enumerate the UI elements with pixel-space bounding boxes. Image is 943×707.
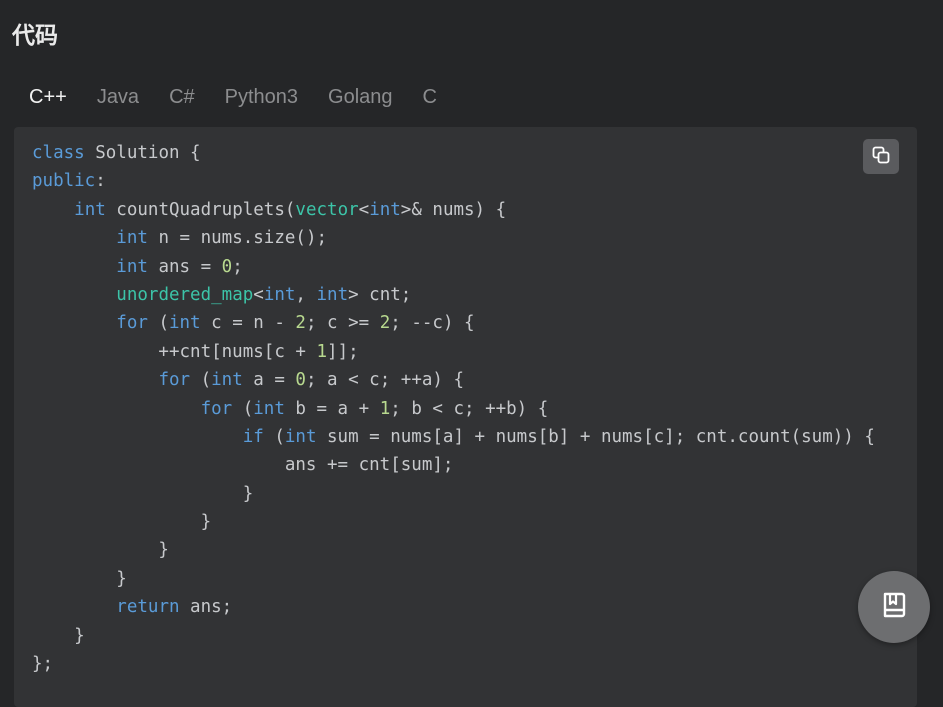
tab-java[interactable]: Java <box>82 80 154 114</box>
code-line: class Solution { <box>32 143 201 163</box>
code-line: if (int sum = nums[a] + nums[b] + nums[c… <box>242 426 875 447</box>
code-line: ans += cnt[sum]; <box>32 455 454 476</box>
code-line: } <box>32 568 127 589</box>
code-line: return ans; <box>116 597 233 618</box>
code-line: }; <box>32 654 54 675</box>
tab-c[interactable]: C <box>408 80 452 114</box>
copy-icon <box>871 145 891 169</box>
page-title: 代码 <box>12 23 58 49</box>
code-line: } <box>32 512 212 533</box>
tab-csharp[interactable]: C# <box>154 80 210 114</box>
code-line: for (int a = 0; a < c; ++a) { <box>158 370 465 391</box>
language-tabs: C++ Java C# Python3 Golang C <box>14 80 452 114</box>
code-line: } <box>32 540 169 561</box>
code-line: int countQuadruplets(vector<int>& nums) … <box>74 199 507 220</box>
code-line: int ans = 0; <box>116 256 243 277</box>
tab-golang[interactable]: Golang <box>313 80 408 114</box>
code-line: int n = nums.size(); <box>116 228 328 249</box>
code-line: for (int b = a + 1; b < c; ++b) { <box>200 398 549 419</box>
tab-python3[interactable]: Python3 <box>210 80 313 114</box>
code-block: class Solution { public: int countQuadrup… <box>14 127 917 707</box>
code-line: public: <box>32 171 106 192</box>
notebook-icon <box>879 590 909 624</box>
notebook-button[interactable] <box>858 571 930 643</box>
code-line: for (int c = n - 2; c >= 2; --c) { <box>116 313 475 334</box>
tab-cpp[interactable]: C++ <box>14 80 82 114</box>
code-line: ++cnt[nums[c + 1]]; <box>32 341 359 362</box>
code-content: class Solution { public: int countQuadrup… <box>32 139 875 678</box>
code-line: } <box>32 483 254 504</box>
code-line: unordered_map<int, int> cnt; <box>116 284 412 305</box>
copy-button[interactable] <box>863 139 899 174</box>
code-line: } <box>32 625 85 646</box>
